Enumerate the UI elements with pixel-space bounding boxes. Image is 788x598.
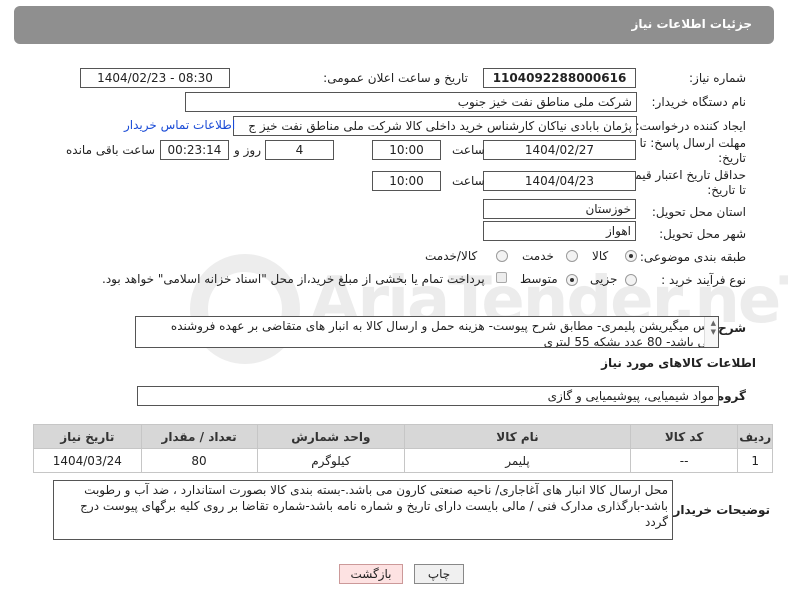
remaining-time-field[interactable]: 00:23:14	[160, 140, 229, 160]
purchase-process-label: نوع فرآیند خرید :	[661, 273, 746, 287]
category-radio-goods-service[interactable]	[496, 250, 508, 262]
buyer-org-label: نام دستگاه خریدار:	[651, 95, 747, 109]
table-row: 1 -- پلیمر کیلوگرم 80 1404/03/24	[33, 448, 773, 473]
response-time-field[interactable]: 10:00	[372, 140, 441, 160]
category-option-goods-service: کالا/خدمت	[425, 249, 478, 263]
remaining-label: ساعت باقی مانده	[66, 143, 156, 157]
cell-name: پلیمر	[404, 448, 631, 473]
treasury-checkbox[interactable]	[496, 272, 507, 283]
response-date-field[interactable]: 1404/02/27	[483, 140, 636, 160]
treasury-note: پرداخت تمام یا بخشی از مبلغ خرید،از محل …	[102, 272, 485, 286]
col-qty: تعداد / مقدار	[140, 424, 258, 449]
panel-title: جزئیات اطلاعات نیاز	[631, 17, 752, 31]
description-scrollbar[interactable]: ▲ ▼	[704, 317, 718, 347]
cell-date: 1404/03/24	[33, 448, 142, 473]
goods-table-header: ردیف کد کالا نام کالا واحد شمارش تعداد /…	[33, 424, 773, 449]
goods-section-title: اطلاعات کالاهای مورد نیاز	[601, 356, 756, 370]
scroll-down-icon[interactable]: ▼	[707, 328, 716, 336]
creator-field[interactable]: پژمان بابادی نیاکان کارشناس خرید داخلی ک…	[233, 116, 637, 136]
cell-qty: 80	[140, 448, 258, 473]
creator-label: ایجاد کننده درخواست:	[635, 119, 746, 133]
response-deadline-label-2: تاریخ:	[718, 151, 746, 165]
announce-date-field[interactable]: 1404/02/23 - 08:30	[80, 68, 230, 88]
response-deadline-label-1: مهلت ارسال پاسخ: تا	[639, 136, 746, 150]
city-field[interactable]: اهواز	[483, 221, 636, 241]
cell-code: --	[629, 448, 739, 473]
announce-date-label: تاریخ و ساعت اعلان عمومی:	[323, 71, 468, 85]
col-unit: واحد شمارش	[256, 424, 406, 449]
process-radio-medium[interactable]	[566, 274, 578, 286]
days-label: روز و	[234, 143, 261, 157]
province-label: استان محل تحویل:	[651, 205, 746, 219]
process-radio-minor[interactable]	[625, 274, 637, 286]
category-option-service: خدمت	[522, 249, 554, 263]
header-panel: جزئیات اطلاعات نیاز	[14, 6, 774, 44]
province-field[interactable]: خوزستان	[483, 199, 636, 219]
response-days-field[interactable]: 4	[265, 140, 334, 160]
price-validity-label-2: تا تاریخ:	[707, 183, 746, 197]
category-option-goods: کالا	[592, 249, 609, 263]
price-validity-date-field[interactable]: 1404/04/23	[483, 171, 636, 191]
buyer-notes-label: توضیحات خریدار:	[668, 503, 770, 517]
buyer-contact-link[interactable]: اطلاعات تماس خریدار	[124, 118, 235, 132]
goods-group-field[interactable]: مواد شیمیایی، پیوشیمیایی و گازی	[137, 386, 719, 406]
watermark: AriaTender.neT	[150, 250, 788, 370]
cell-unit: کیلوگرم	[256, 448, 406, 473]
print-button[interactable]: چاپ	[414, 564, 464, 584]
need-number-field[interactable]: 1104092288000616	[483, 68, 636, 88]
city-label: شهر محل تحویل:	[659, 227, 746, 241]
category-radio-goods[interactable]	[625, 250, 637, 262]
col-row: ردیف	[737, 424, 773, 449]
goods-table: ردیف کد کالا نام کالا واحد شمارش تعداد /…	[33, 424, 773, 473]
price-validity-time-label: ساعت	[452, 174, 485, 188]
price-validity-time-field[interactable]: 10:00	[372, 171, 441, 191]
buyer-notes-box[interactable]: محل ارسال کالا انبار های آغاجاری/ ناحیه …	[53, 480, 673, 540]
col-name: نام کالا	[404, 424, 631, 449]
buyer-org-field[interactable]: شرکت ملی مناطق نفت خیز جنوب	[185, 92, 637, 112]
need-number-label: شماره نیاز:	[689, 71, 746, 85]
col-code: کد کالا	[629, 424, 739, 449]
price-validity-label-1: حداقل تاریخ اعتبار قیمت:	[619, 168, 746, 182]
cell-row: 1	[737, 448, 773, 473]
scroll-up-icon[interactable]: ▲	[707, 319, 716, 327]
category-radio-service[interactable]	[566, 250, 578, 262]
process-option-minor: جزیی	[590, 272, 618, 286]
response-time-label: ساعت	[452, 143, 485, 157]
description-text: گس میگیریشن پلیمری- مطابق شرح پیوست- هزی…	[170, 319, 714, 348]
col-date: تاریخ نیاز	[33, 424, 142, 449]
process-option-medium: متوسط	[520, 272, 558, 286]
category-label: طبقه بندی موضوعی:	[639, 250, 746, 264]
description-box[interactable]: ▲ ▼ گس میگیریشن پلیمری- مطابق شرح پیوست-…	[135, 316, 719, 348]
buyer-notes-text: محل ارسال کالا انبار های آغاجاری/ ناحیه …	[80, 483, 668, 529]
back-button[interactable]: بازگشت	[339, 564, 403, 584]
